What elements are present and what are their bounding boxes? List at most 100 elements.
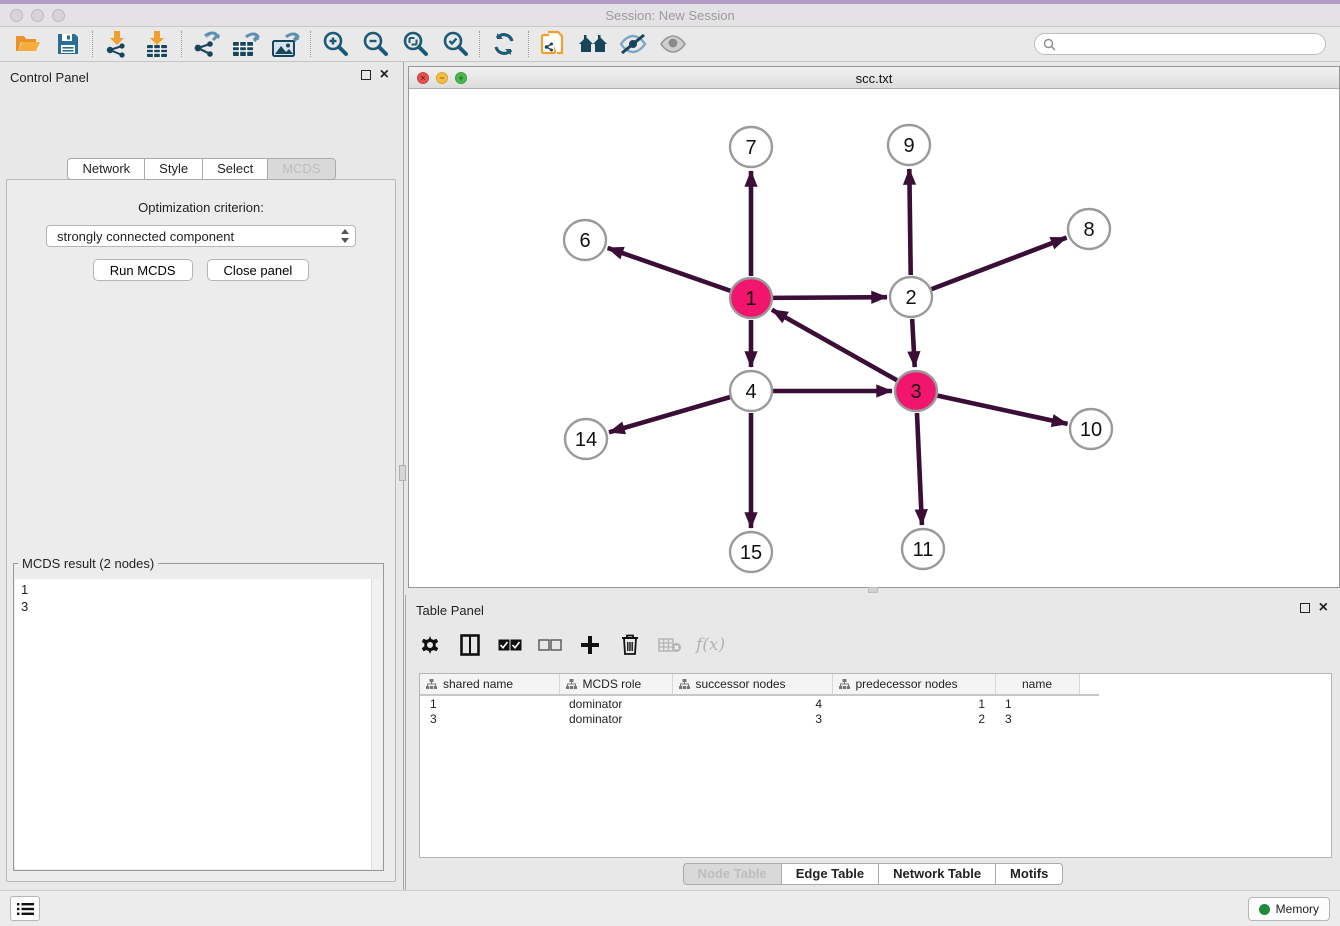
mcds-result-title: MCDS result (2 nodes) bbox=[18, 556, 158, 571]
tab-style[interactable]: Style bbox=[144, 158, 203, 180]
graph-edge-1-6[interactable] bbox=[608, 248, 731, 291]
table-settings-gear-icon[interactable] bbox=[416, 631, 444, 659]
graph-edge-2-3[interactable] bbox=[912, 319, 915, 367]
list-icon bbox=[17, 902, 34, 916]
toolbar-separator bbox=[479, 31, 480, 57]
zoom-out-icon[interactable] bbox=[355, 29, 395, 59]
refresh-icon[interactable] bbox=[484, 29, 524, 59]
status-bar: Memory bbox=[0, 890, 1340, 926]
horizontal-splitter-grip[interactable] bbox=[868, 587, 878, 593]
node-table-container: shared name MCDS role successor nodes pr… bbox=[419, 673, 1332, 858]
network-view-window: × − + scc.txt 7968124314101511 bbox=[408, 66, 1340, 588]
delete-table-icon[interactable] bbox=[656, 631, 684, 659]
float-panel-icon[interactable] bbox=[361, 70, 371, 80]
toolbar-separator bbox=[181, 31, 182, 57]
tab-select[interactable]: Select bbox=[202, 158, 268, 180]
tab-node-table[interactable]: Node Table bbox=[683, 863, 782, 885]
open-session-icon[interactable] bbox=[8, 29, 48, 59]
col-shared-name[interactable]: shared name bbox=[420, 674, 559, 695]
tab-motifs[interactable]: Motifs bbox=[995, 863, 1063, 885]
graph-node-label-4: 4 bbox=[745, 381, 756, 403]
node-table[interactable]: shared name MCDS role successor nodes pr… bbox=[420, 674, 1099, 727]
memory-status-icon bbox=[1259, 904, 1270, 915]
import-table-icon[interactable] bbox=[137, 29, 177, 59]
graph-edge-3-1[interactable] bbox=[772, 310, 897, 380]
show-all-icon[interactable] bbox=[653, 29, 693, 59]
export-network-icon[interactable] bbox=[186, 29, 226, 59]
criterion-select[interactable]: strongly connected component bbox=[46, 225, 356, 247]
first-neighbors-icon[interactable] bbox=[573, 29, 613, 59]
export-image-icon[interactable] bbox=[266, 29, 306, 59]
network-desktop: × − + scc.txt 7968124314101511 bbox=[405, 62, 1340, 595]
select-all-rows-icon[interactable] bbox=[496, 631, 524, 659]
search-input[interactable] bbox=[1061, 37, 1317, 51]
hierarchy-icon bbox=[839, 679, 850, 690]
result-scrollbar[interactable] bbox=[371, 579, 382, 869]
graph-edge-2-9[interactable] bbox=[909, 169, 910, 275]
show-columns-icon[interactable] bbox=[456, 631, 484, 659]
graph-node-label-10: 10 bbox=[1080, 419, 1102, 441]
col-predecessor-nodes[interactable]: predecessor nodes bbox=[832, 674, 995, 695]
graph-edge-4-14[interactable] bbox=[609, 397, 730, 432]
graph-node-label-7: 7 bbox=[745, 137, 756, 159]
search-field[interactable] bbox=[1034, 33, 1326, 55]
float-table-panel-icon[interactable] bbox=[1300, 603, 1310, 613]
create-column-icon[interactable] bbox=[576, 631, 604, 659]
run-mcds-button[interactable]: Run MCDS bbox=[93, 259, 193, 281]
delete-column-icon[interactable] bbox=[616, 631, 644, 659]
graph-edge-3-11[interactable] bbox=[917, 413, 922, 525]
table-row[interactable]: 1 dominator 4 1 1 bbox=[420, 695, 1099, 711]
session-title: Session: New Session bbox=[0, 8, 1340, 23]
col-successor-nodes[interactable]: successor nodes bbox=[672, 674, 832, 695]
toolbar-separator bbox=[92, 31, 93, 57]
hide-selected-icon[interactable] bbox=[613, 29, 653, 59]
close-panel-button[interactable]: Close panel bbox=[207, 259, 310, 281]
deselect-all-rows-icon[interactable] bbox=[536, 631, 564, 659]
table-row[interactable]: 3 dominator 3 2 3 bbox=[420, 711, 1099, 727]
zoom-fit-icon[interactable] bbox=[395, 29, 435, 59]
import-network-icon[interactable] bbox=[97, 29, 137, 59]
hierarchy-icon bbox=[566, 679, 577, 690]
table-panel: Table Panel × f(x) bbox=[405, 595, 1340, 890]
col-name[interactable]: name bbox=[995, 674, 1079, 695]
close-panel-icon[interactable]: × bbox=[380, 70, 389, 80]
control-panel-title: Control Panel bbox=[10, 70, 89, 85]
mcds-tab-panel: Optimization criterion: strongly connect… bbox=[6, 179, 396, 882]
table-header-row: shared name MCDS role successor nodes pr… bbox=[420, 674, 1099, 695]
tab-mcds[interactable]: MCDS bbox=[267, 158, 335, 180]
table-toolbar: f(x) bbox=[416, 625, 725, 665]
graph-node-label-14: 14 bbox=[575, 429, 597, 451]
tab-edge-table[interactable]: Edge Table bbox=[781, 863, 879, 885]
select-stepper-icon bbox=[339, 228, 351, 244]
tab-network[interactable]: Network bbox=[67, 158, 145, 180]
table-type-tabs: Node Table Edge Table Network Table Moti… bbox=[406, 863, 1340, 885]
col-mcds-role[interactable]: MCDS role bbox=[559, 674, 672, 695]
tab-network-table[interactable]: Network Table bbox=[878, 863, 996, 885]
graph-edge-1-2[interactable] bbox=[773, 297, 887, 298]
graph-node-label-2: 2 bbox=[905, 287, 916, 309]
memory-button[interactable]: Memory bbox=[1248, 897, 1330, 921]
graph-node-label-15: 15 bbox=[740, 542, 762, 564]
panel-splitter-grip[interactable] bbox=[399, 465, 406, 481]
mcds-result-group: MCDS result (2 nodes) 1 3 bbox=[13, 556, 384, 871]
search-icon bbox=[1043, 38, 1056, 51]
close-table-panel-icon[interactable]: × bbox=[1319, 603, 1328, 613]
new-network-from-selection-icon[interactable] bbox=[533, 29, 573, 59]
graph-edge-3-10[interactable] bbox=[937, 396, 1067, 424]
network-window-titlebar[interactable]: × − + scc.txt bbox=[409, 67, 1339, 89]
graph-node-label-8: 8 bbox=[1083, 219, 1094, 241]
task-history-button[interactable] bbox=[10, 896, 40, 921]
control-panel: Control Panel × Network Style Select MCD… bbox=[0, 62, 404, 890]
save-session-icon[interactable] bbox=[48, 29, 88, 59]
criterion-selected-value: strongly connected component bbox=[57, 229, 339, 244]
zoom-in-icon[interactable] bbox=[315, 29, 355, 59]
function-builder-icon[interactable]: f(x) bbox=[696, 635, 725, 655]
zoom-selected-icon[interactable] bbox=[435, 29, 475, 59]
network-graph-canvas[interactable]: 7968124314101511 bbox=[409, 89, 1339, 587]
graph-edge-2-8[interactable] bbox=[932, 238, 1067, 290]
control-panel-tabs: Network Style Select MCDS bbox=[0, 158, 403, 180]
hierarchy-icon bbox=[426, 679, 437, 690]
main-toolbar bbox=[0, 27, 1340, 62]
network-view-title: scc.txt bbox=[409, 71, 1339, 86]
export-table-icon[interactable] bbox=[226, 29, 266, 59]
